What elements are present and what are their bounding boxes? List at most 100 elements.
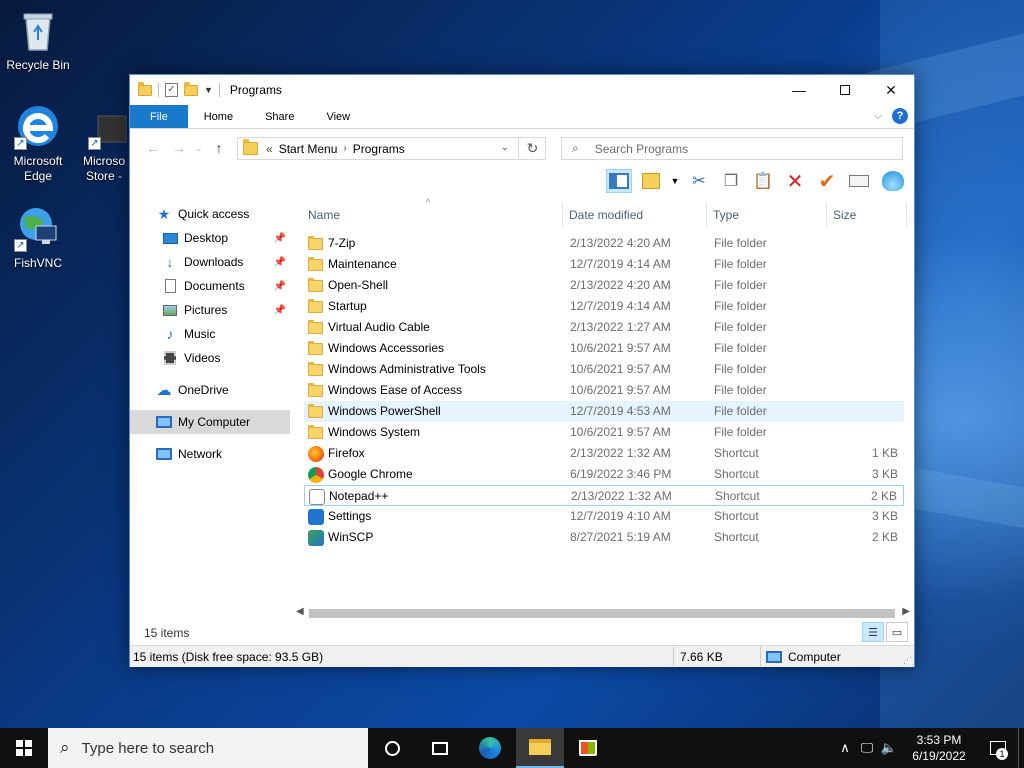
desktop-icon-microsoft-store[interactable]: ↗ Microso Store - — [76, 102, 132, 184]
table-row[interactable]: Virtual Audio Cable 2/13/2022 1:27 AM File… — [304, 317, 904, 338]
column-divider[interactable] — [706, 202, 707, 227]
table-row[interactable]: Windows PowerShell 12/7/2019 4:53 AM File … — [304, 401, 904, 422]
breadcrumb-start-menu[interactable]: Start Menu — [279, 142, 338, 156]
forward-arrow-icon[interactable]: → — [166, 140, 192, 156]
back-arrow-icon[interactable]: ← — [140, 140, 166, 156]
volume-icon[interactable]: 🔈 — [878, 740, 900, 756]
start-button[interactable] — [0, 728, 48, 768]
table-row[interactable]: Notepad++ 2/13/2022 1:32 AM Shortcut 2 KB — [304, 485, 904, 506]
rename-button[interactable] — [846, 169, 872, 193]
table-row[interactable]: Open-Shell 2/13/2022 4:20 AM File folder — [304, 275, 904, 296]
table-row[interactable]: WinSCP 8/27/2021 5:19 AM Shortcut 2 KB — [304, 527, 904, 548]
delete-button[interactable]: ✕ — [782, 169, 808, 193]
network-tray-icon[interactable]: 🖵 — [856, 740, 878, 756]
table-row[interactable]: Windows Administrative Tools 10/6/2021 9:… — [304, 359, 904, 380]
tab-view[interactable]: View — [310, 105, 366, 128]
breadcrumb-separator-icon[interactable]: › — [343, 143, 346, 154]
up-arrow-icon[interactable]: ↑ — [206, 140, 232, 156]
nav-music[interactable]: ♪ Music — [130, 322, 290, 346]
column-header-date-modified[interactable]: Date modified — [569, 208, 643, 222]
taskbar-file-explorer-button[interactable] — [516, 728, 564, 768]
scrollbar-thumb[interactable] — [309, 609, 895, 618]
large-icons-view-button[interactable]: ▭ — [886, 622, 908, 642]
desktop-icon-fishvnc[interactable]: ↗ FishVNC — [0, 204, 76, 271]
change-view-button[interactable] — [638, 169, 664, 193]
tab-share[interactable]: Share — [249, 105, 310, 128]
table-row[interactable]: Windows Accessories 10/6/2021 9:57 AM File… — [304, 338, 904, 359]
refresh-button[interactable]: ↻ — [518, 137, 546, 160]
maximize-button[interactable] — [822, 75, 868, 105]
address-dropdown-icon[interactable]: ⌄ — [501, 142, 509, 153]
nav-my-computer[interactable]: My Computer — [130, 410, 290, 434]
desktop-icon-microsoft-edge[interactable]: ↗ Microsoft Edge — [0, 102, 76, 184]
taskbar-store-button[interactable] — [564, 728, 612, 768]
expand-ribbon-chevron-icon[interactable]: ⌵ — [874, 110, 882, 123]
nav-downloads[interactable]: ↓ Downloads 📌 — [130, 250, 290, 274]
file-name: Windows PowerShell — [328, 404, 441, 418]
table-row[interactable]: Google Chrome 6/19/2022 3:46 PM Shortcut 3 … — [304, 464, 904, 485]
column-header-size[interactable]: Size — [833, 208, 856, 222]
taskbar-search-input[interactable]: ⌕ Type here to search — [48, 728, 368, 768]
nav-desktop[interactable]: Desktop 📌 — [130, 226, 290, 250]
recent-locations-chevron-icon[interactable]: ⌄ — [192, 143, 206, 154]
nav-network[interactable]: Network — [130, 442, 290, 466]
address-bar[interactable]: « Start Menu › Programs ⌄ — [237, 137, 546, 160]
desktop-icon-recycle-bin[interactable]: Recycle Bin — [0, 6, 76, 73]
nav-label: Videos — [184, 351, 221, 365]
search-input[interactable]: ⌕ Search Programs — [561, 137, 903, 160]
navigation-pane-button[interactable] — [606, 169, 632, 193]
large-icons-view-icon: ▭ — [891, 626, 903, 639]
title-bar[interactable]: ✓ ▼ Programs — ✕ — [130, 75, 914, 105]
table-row[interactable]: Windows System 10/6/2021 9:57 AM File fold… — [304, 422, 904, 443]
column-header-name[interactable]: Name — [308, 208, 340, 222]
breadcrumb-programs[interactable]: Programs — [353, 142, 405, 156]
nav-quick-access[interactable]: ★ Quick access — [130, 202, 290, 226]
properties-icon[interactable]: ✓ — [165, 83, 178, 97]
pin-icon[interactable]: 📌 — [274, 305, 286, 316]
column-header-type[interactable]: Type — [713, 208, 739, 222]
show-desktop-button[interactable] — [1018, 728, 1024, 768]
table-row[interactable]: Startup 12/7/2019 4:14 AM File folder — [304, 296, 904, 317]
column-divider[interactable] — [826, 202, 827, 227]
scroll-left-icon[interactable]: ◀ — [296, 606, 304, 617]
column-divider[interactable] — [562, 202, 563, 227]
show-hidden-icons-chevron-icon[interactable]: ∧ — [834, 740, 856, 756]
nav-videos[interactable]: Videos — [130, 346, 290, 370]
pin-icon[interactable]: 📌 — [274, 257, 286, 268]
table-row[interactable]: Settings 12/7/2019 4:10 AM Shortcut 3 KB — [304, 506, 904, 527]
table-row[interactable]: Maintenance 12/7/2019 4:14 AM File folder — [304, 254, 904, 275]
cut-button[interactable]: ✂ — [686, 169, 712, 193]
copy-button[interactable]: ❐ — [718, 169, 744, 193]
taskbar-edge-button[interactable] — [466, 728, 514, 768]
nav-onedrive[interactable]: ☁ OneDrive — [130, 378, 290, 402]
table-row[interactable]: Firefox 2/13/2022 1:32 AM Shortcut 1 KB — [304, 443, 904, 464]
details-view-button[interactable]: ☰ — [862, 622, 884, 642]
view-dropdown-icon[interactable]: ▼ — [670, 169, 680, 193]
table-row[interactable]: Windows Ease of Access 10/6/2021 9:57 AM F… — [304, 380, 904, 401]
minimize-button[interactable]: — — [776, 75, 822, 105]
table-row[interactable]: 7-Zip 2/13/2022 4:20 AM File folder — [304, 233, 904, 254]
task-view-button[interactable] — [416, 728, 464, 768]
horizontal-scrollbar[interactable]: ◀ ▶ — [293, 605, 915, 622]
nav-documents[interactable]: Documents 📌 — [130, 274, 290, 298]
pin-icon[interactable]: 📌 — [274, 281, 286, 292]
breadcrumb-overflow[interactable]: « — [266, 142, 273, 156]
close-button[interactable]: ✕ — [868, 75, 914, 105]
tab-home[interactable]: Home — [188, 105, 249, 128]
resize-grip-icon[interactable]: ⋰ — [903, 655, 912, 666]
clock[interactable]: 3:53 PM 6/19/2022 — [900, 732, 978, 764]
tab-file[interactable]: File — [130, 105, 188, 128]
help-icon[interactable]: ? — [892, 108, 908, 124]
properties-button[interactable]: ✔ — [814, 169, 840, 193]
paste-button[interactable]: 📋 — [750, 169, 776, 193]
action-center-button[interactable]: 1 — [978, 728, 1018, 768]
nav-pictures[interactable]: Pictures 📌 — [130, 298, 290, 322]
scroll-right-icon[interactable]: ▶ — [902, 606, 910, 617]
new-folder-icon[interactable] — [184, 81, 198, 96]
minimize-icon: — — [792, 82, 806, 98]
pin-icon[interactable]: 📌 — [274, 233, 286, 244]
customize-toolbar-dropdown-icon[interactable]: ▼ — [204, 85, 213, 95]
cortana-button[interactable] — [368, 728, 416, 768]
open-shell-button[interactable] — [878, 169, 908, 193]
column-divider[interactable] — [906, 202, 907, 227]
